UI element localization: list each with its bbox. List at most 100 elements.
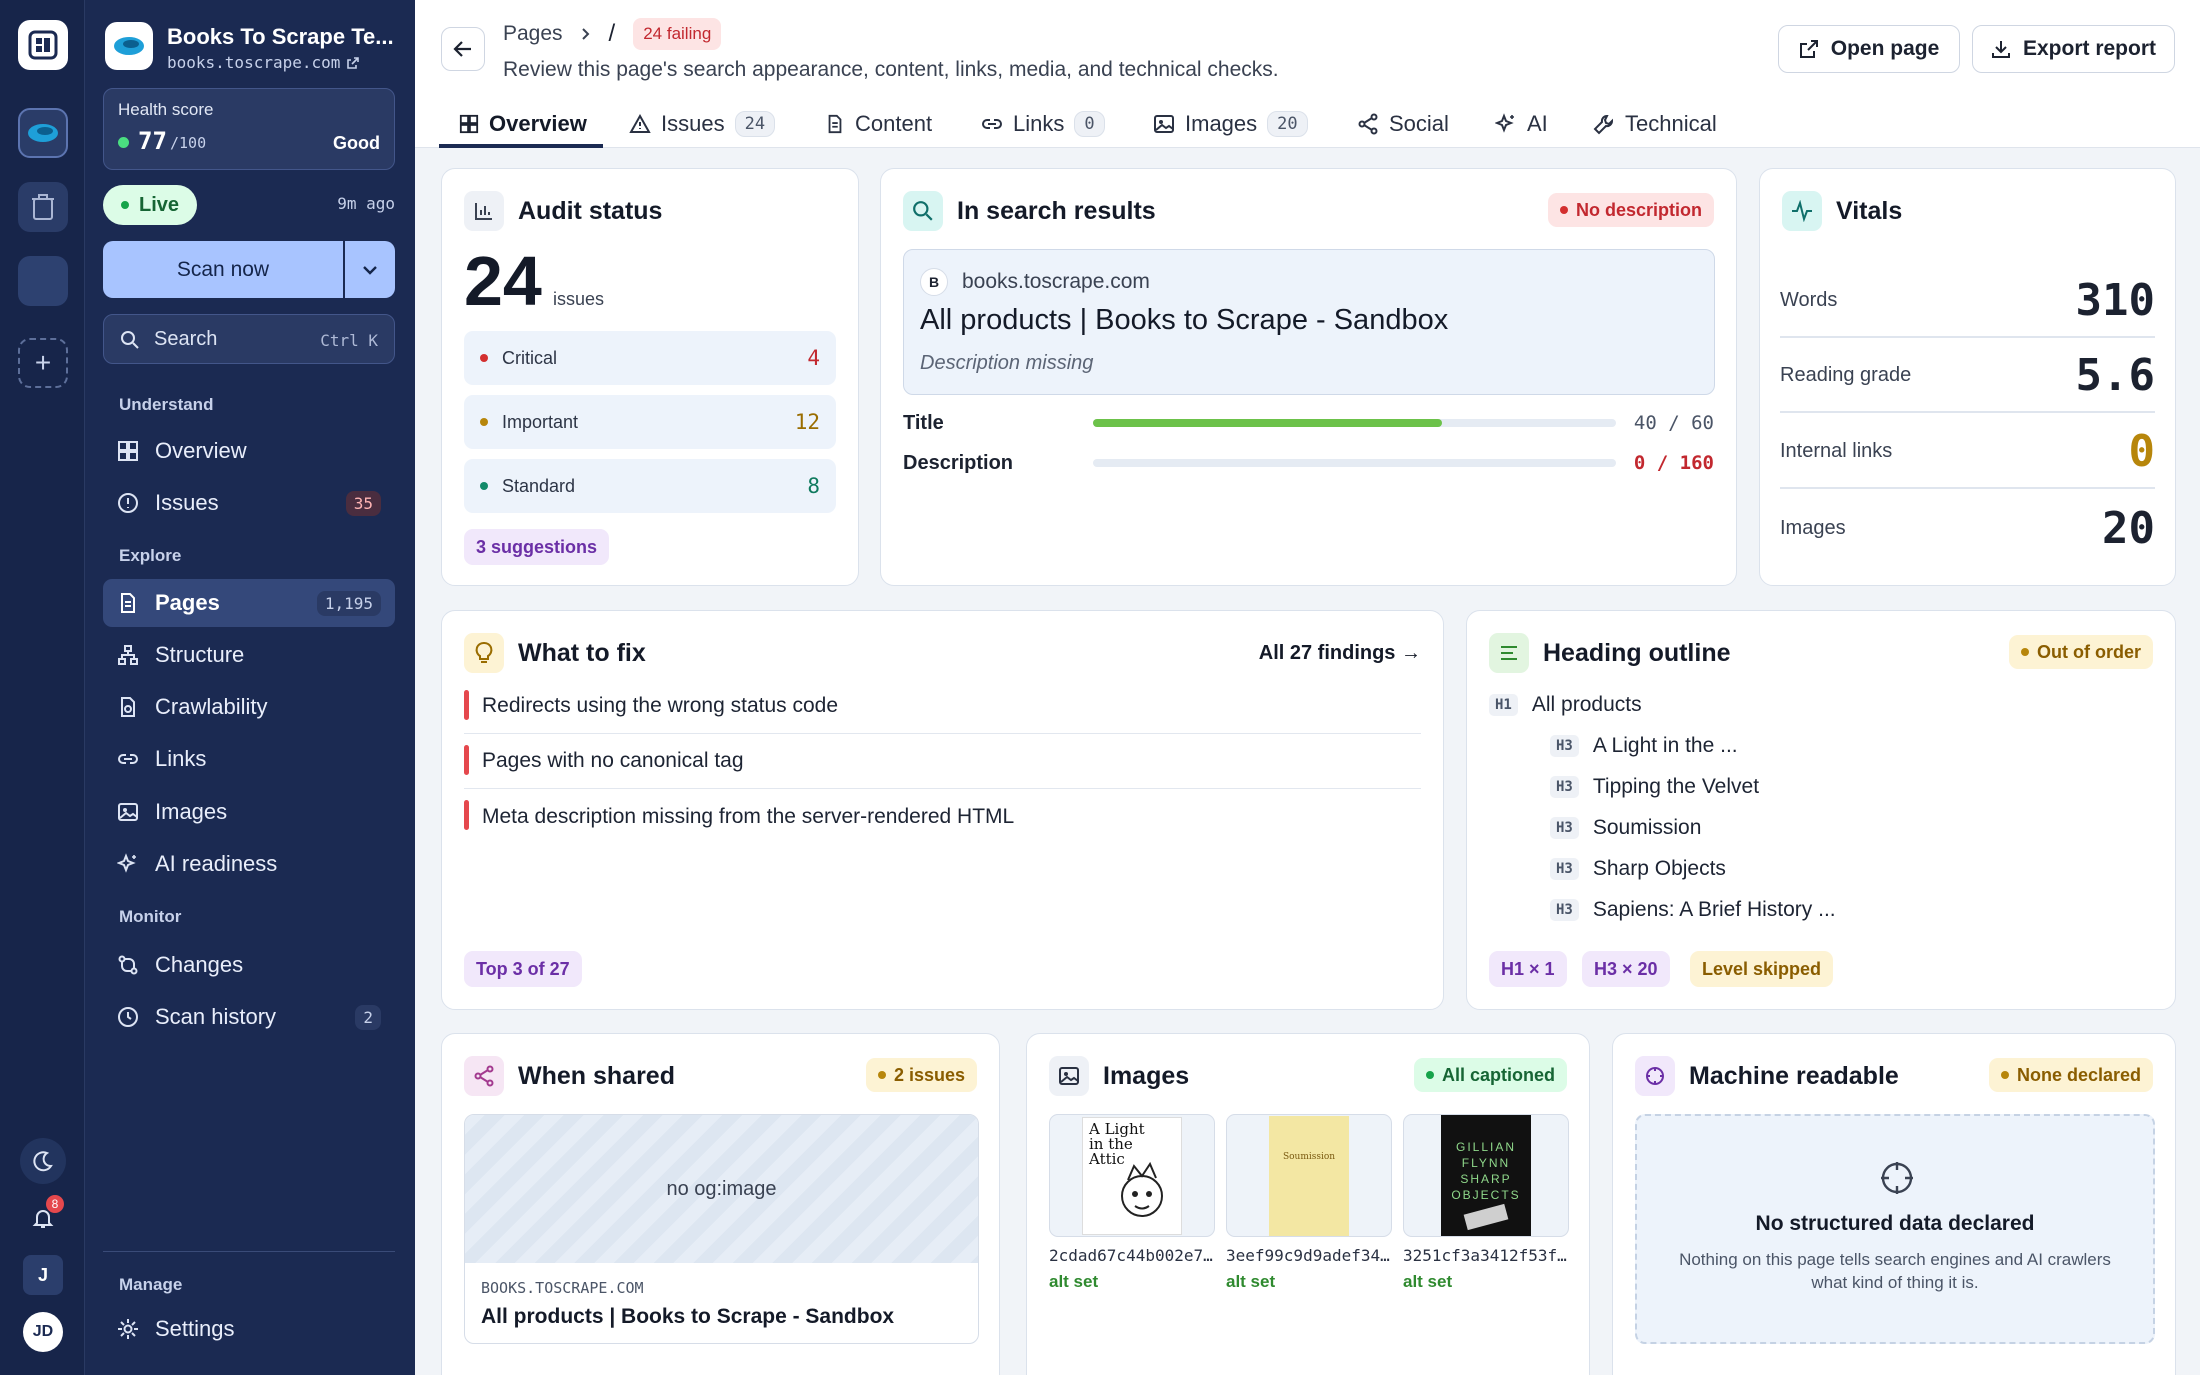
- vital-value: 0: [2128, 425, 2156, 477]
- empty-state-text-line2: what kind of thing it is.: [1811, 1273, 1979, 1292]
- warning-triangle-icon: [629, 114, 651, 133]
- site-switch-books-icon[interactable]: [18, 108, 68, 158]
- export-report-button[interactable]: Export report: [1972, 25, 2175, 73]
- nav-section-monitor: Monitor: [119, 907, 182, 926]
- card-title: In search results: [957, 196, 1156, 225]
- sidebar-item-scan-history[interactable]: Scan history 2: [103, 993, 395, 1041]
- card-title: When shared: [518, 1061, 675, 1090]
- vital-label: Images: [1780, 516, 1846, 539]
- empty-state-text-line1: Nothing on this page tells search engine…: [1679, 1250, 2111, 1269]
- theme-toggle-moon-icon[interactable]: [20, 1138, 66, 1184]
- tab-issues[interactable]: Issues 24: [629, 100, 776, 148]
- site-switch-blank-icon[interactable]: [18, 256, 68, 306]
- search-input[interactable]: Search Ctrl K: [103, 314, 395, 364]
- sidebar-item-crawlability[interactable]: Crawlability: [103, 683, 395, 731]
- tab-ai[interactable]: AI: [1495, 100, 1548, 148]
- heading-h3-row[interactable]: H3 A Light in the ...: [1550, 734, 1738, 758]
- book-cover-image: GILLIAN FLYNN SHARP OBJECTS: [1441, 1115, 1531, 1236]
- open-page-button[interactable]: Open page: [1778, 25, 1960, 73]
- book-cover-image: Soumission: [1269, 1115, 1349, 1236]
- site-domain-link[interactable]: books.toscrape.com: [167, 53, 360, 72]
- tab-links[interactable]: Links 0: [981, 100, 1105, 148]
- workspace-avatar[interactable]: J: [23, 1255, 63, 1295]
- sparkles-icon: [1495, 113, 1514, 133]
- serp-title[interactable]: All products | Books to Scrape - Sandbox: [920, 304, 1448, 337]
- tab-label: Images: [1185, 111, 1258, 136]
- structured-data-empty-state: No structured data declared Nothing on t…: [1635, 1114, 2155, 1344]
- scan-now-button[interactable]: Scan now: [103, 241, 343, 298]
- severity-important-row[interactable]: Important 12: [464, 395, 836, 449]
- health-score-card[interactable]: Health score 77 /100 Good: [103, 88, 395, 170]
- image-thumbnail[interactable]: A Light in the Attic: [1049, 1114, 1215, 1237]
- sidebar-item-pages[interactable]: Pages 1,195: [103, 579, 395, 627]
- heading-level-tag: H3: [1550, 858, 1579, 880]
- page-header: Pages / 24 failing Review this page's se…: [415, 0, 2200, 148]
- sidebar-item-structure[interactable]: Structure: [103, 631, 395, 679]
- tab-overview[interactable]: Overview: [459, 100, 587, 148]
- scan-options-dropdown[interactable]: [345, 241, 395, 298]
- fix-item[interactable]: Meta description missing from the server…: [464, 789, 1421, 844]
- serp-preview: B books.toscrape.com All products | Book…: [903, 249, 1715, 395]
- suggestions-chip[interactable]: 3 suggestions: [464, 529, 610, 565]
- align-left-icon: [1489, 633, 1529, 673]
- site-switch-trash-icon[interactable]: [18, 182, 68, 232]
- lightbulb-icon: [464, 633, 504, 673]
- image-thumbnail[interactable]: GILLIAN FLYNN SHARP OBJECTS: [1403, 1114, 1569, 1237]
- issue-count: 24: [464, 242, 542, 320]
- serp-domain: books.toscrape.com: [962, 270, 1150, 293]
- breadcrumb-pages[interactable]: Pages: [503, 22, 563, 46]
- heading-h3-row[interactable]: H3 Sharp Objects: [1550, 857, 1726, 881]
- alert-circle-icon: [118, 493, 138, 513]
- failing-badge[interactable]: 24 failing: [633, 18, 722, 50]
- image-thumbnail[interactable]: Soumission: [1226, 1114, 1392, 1237]
- heading-h3-row[interactable]: H3 Soumission: [1550, 816, 1701, 840]
- live-badge[interactable]: Live: [103, 185, 198, 225]
- sidebar-item-settings[interactable]: Settings: [103, 1305, 395, 1353]
- sidebar-item-changes[interactable]: Changes: [103, 941, 395, 989]
- notifications-bell-icon[interactable]: 8: [20, 1195, 66, 1241]
- tab-images[interactable]: Images 20: [1153, 100, 1308, 148]
- heading-h3-row[interactable]: H3 Sapiens: A Brief History ...: [1550, 898, 1836, 922]
- fix-item[interactable]: Redirects using the wrong status code: [464, 679, 1421, 734]
- sidebar-item-images[interactable]: Images: [103, 788, 395, 836]
- sidebar-item-overview[interactable]: Overview: [103, 427, 395, 475]
- tab-technical[interactable]: Technical: [1593, 100, 1717, 148]
- all-findings-link[interactable]: All 27 findings →: [1259, 642, 1421, 665]
- image-filename: 3eef99c9d9adef34...: [1226, 1246, 1396, 1265]
- tab-label: AI: [1527, 111, 1548, 136]
- badge-label: 2 issues: [893, 1064, 965, 1085]
- app-logo-icon[interactable]: [18, 20, 68, 70]
- link-icon: [118, 754, 138, 764]
- tab-social[interactable]: Social: [1357, 100, 1449, 148]
- bar-chart-icon: [464, 191, 504, 231]
- when-shared-card: When shared 2 issues no og:image BOOKS.T…: [441, 1033, 1000, 1375]
- og-domain: BOOKS.TOSCRAPE.COM: [481, 1279, 644, 1297]
- sidebar-item-issues[interactable]: Issues 35: [103, 479, 395, 527]
- site-name[interactable]: Books To Scrape Te...: [167, 24, 394, 50]
- title-length-value: 40 / 60: [1633, 412, 1714, 434]
- severity-standard-row[interactable]: Standard 8: [464, 459, 836, 513]
- image-icon: [1049, 1056, 1089, 1096]
- share-issues-badge: 2 issues: [865, 1058, 977, 1092]
- add-site-icon[interactable]: +: [18, 338, 68, 388]
- user-avatar[interactable]: JD: [23, 1312, 63, 1352]
- severity-critical-row[interactable]: Critical 4: [464, 331, 836, 385]
- heading-level-tag: H1: [1489, 694, 1518, 716]
- sidebar-item-links[interactable]: Links: [103, 735, 395, 783]
- og-image-missing-text: no og:image: [666, 1177, 777, 1200]
- heading-h1-row[interactable]: H1 All products: [1489, 693, 1642, 717]
- tab-content[interactable]: Content: [825, 100, 932, 148]
- sidebar-item-label: Images: [155, 799, 228, 824]
- file-icon: [828, 114, 842, 134]
- sidebar-item-ai-readiness[interactable]: AI readiness: [103, 840, 395, 888]
- fix-item[interactable]: Pages with no canonical tag: [464, 734, 1421, 789]
- back-button[interactable]: [441, 27, 485, 71]
- tab-label: Issues: [661, 111, 725, 136]
- image-alt-status: alt set: [1403, 1272, 1453, 1291]
- what-to-fix-card: What to fix All 27 findings → Redirects …: [441, 610, 1444, 1010]
- search-icon: [903, 191, 943, 231]
- heading-h3-row[interactable]: H3 Tipping the Velvet: [1550, 775, 1759, 799]
- health-status: Good: [333, 133, 380, 153]
- heading-text: Sharp Objects: [1592, 857, 1726, 880]
- card-title: Vitals: [1836, 196, 1903, 225]
